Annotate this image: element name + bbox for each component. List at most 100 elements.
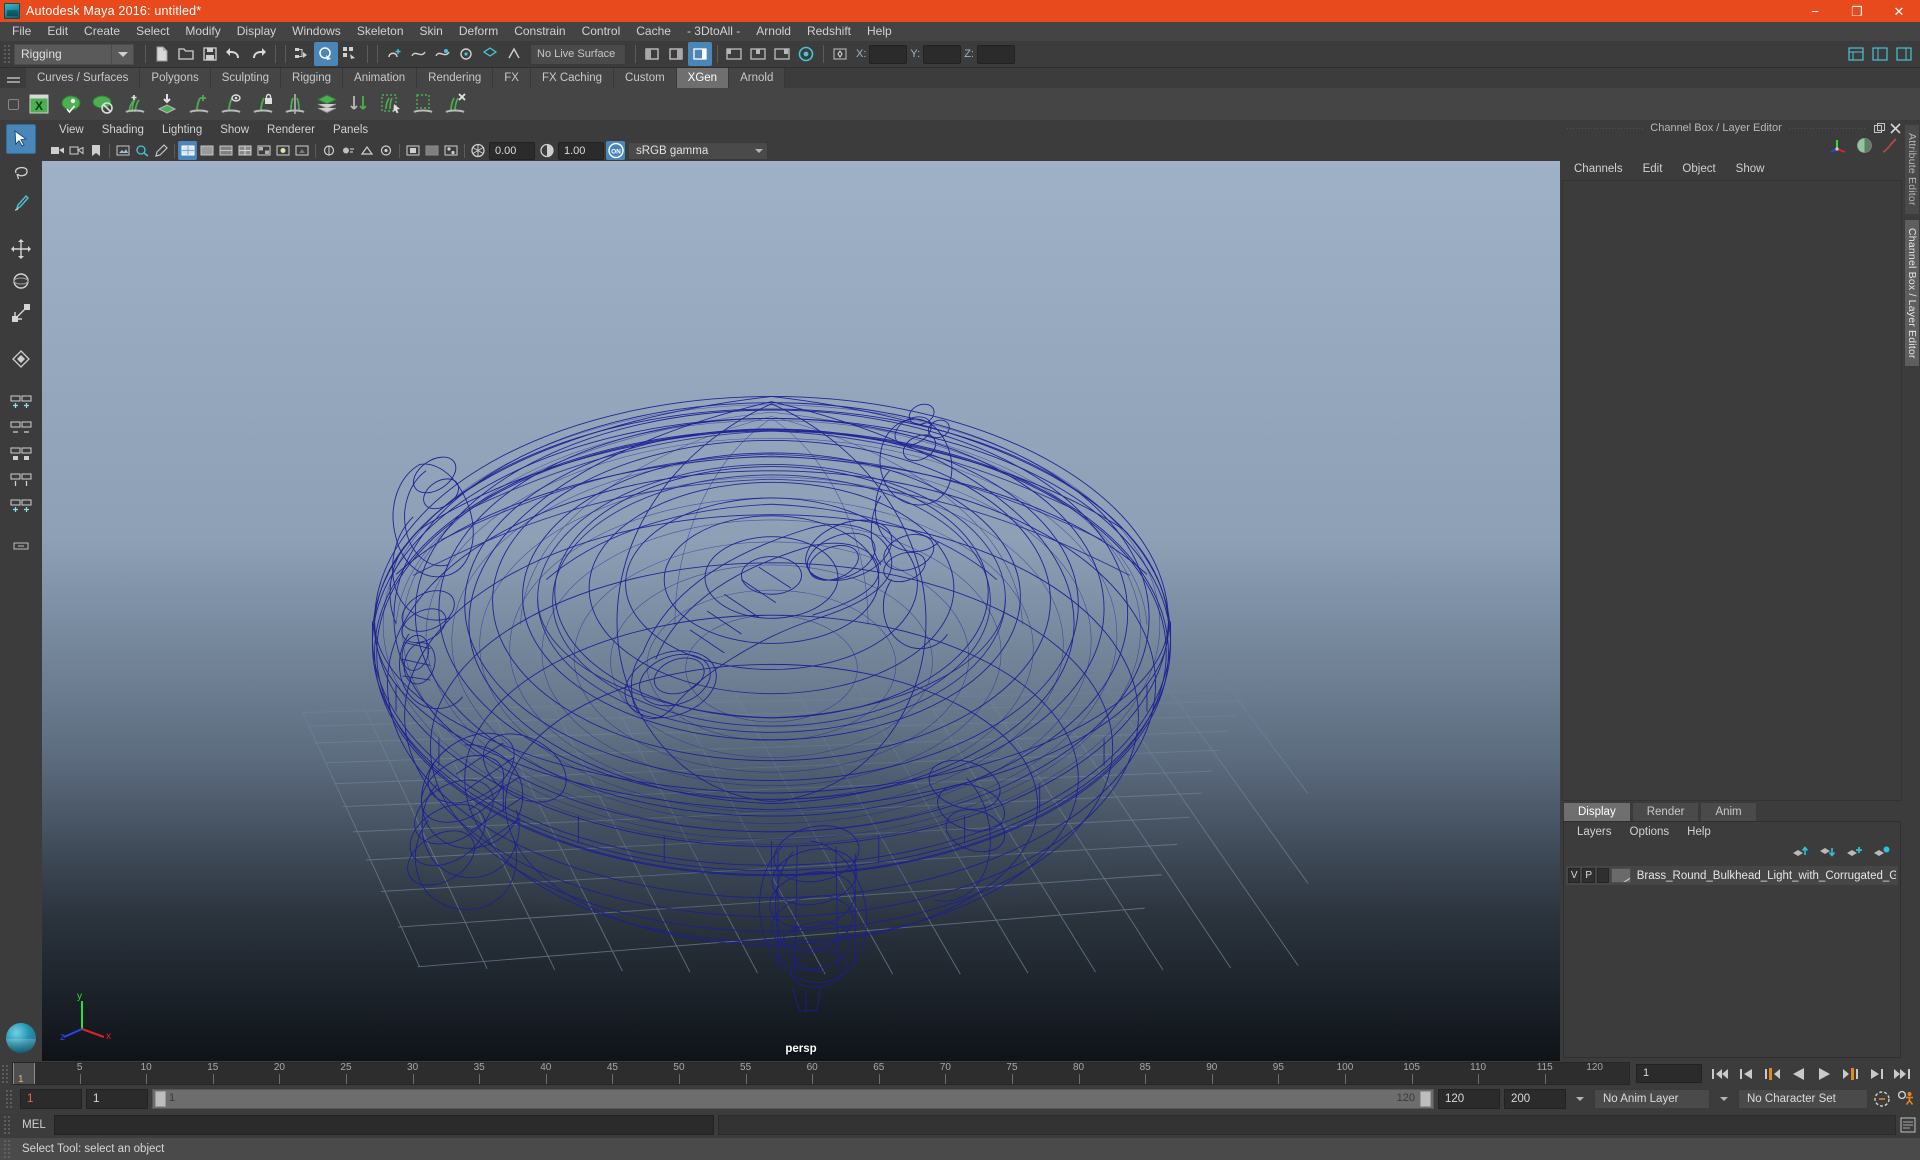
range-end-field[interactable]: 120: [1438, 1089, 1500, 1109]
channel-box-menu-channels[interactable]: Channels: [1564, 158, 1633, 180]
make-live-button[interactable]: [502, 42, 526, 66]
show-hide-editor-button[interactable]: [640, 42, 664, 66]
range-slider-right-handle[interactable]: [1420, 1091, 1431, 1107]
construction-plane-icon[interactable]: [6, 534, 36, 558]
select-camera-icon[interactable]: [48, 141, 67, 160]
range-slider[interactable]: 1 120: [152, 1089, 1434, 1109]
save-scene-button[interactable]: [198, 42, 222, 66]
minimize-button[interactable]: −: [1794, 0, 1836, 22]
status-line-grip[interactable]: [2, 43, 11, 65]
new-layer-icon[interactable]: [1846, 845, 1863, 862]
current-time-indicator[interactable]: 1: [13, 1063, 35, 1084]
camera-attributes-icon[interactable]: [67, 141, 86, 160]
last-tool-icon[interactable]: [6, 344, 36, 374]
close-icon[interactable]: [1888, 121, 1902, 135]
shelf-grip[interactable]: [4, 89, 22, 119]
show-hide-attribute-editor-button[interactable]: [664, 42, 688, 66]
anim-layer-select[interactable]: No Anim Layer: [1594, 1089, 1710, 1109]
shelf-tab-arnold[interactable]: Arnold: [729, 68, 786, 88]
snap-point-icon[interactable]: [6, 442, 36, 466]
layer-tab-anim[interactable]: Anim: [1700, 802, 1757, 821]
command-input[interactable]: [54, 1115, 714, 1135]
menu-item-deform[interactable]: Deform: [451, 22, 506, 41]
select-by-component-button[interactable]: [338, 42, 362, 66]
command-language-label[interactable]: MEL: [14, 1119, 54, 1131]
xgen-layers-icon[interactable]: [312, 89, 342, 119]
range-slider-left-handle[interactable]: [155, 1091, 166, 1107]
menu-item-skeleton[interactable]: Skeleton: [349, 22, 412, 41]
viewport-menu-panels[interactable]: Panels: [324, 120, 377, 140]
multisample-aa-icon[interactable]: [357, 141, 376, 160]
curve-graph-icon[interactable]: [1881, 137, 1898, 157]
snap-to-grids-button[interactable]: [382, 42, 406, 66]
menu-item-create[interactable]: Create: [76, 22, 128, 41]
exposure-icon[interactable]: [468, 141, 487, 160]
layer-menu-options[interactable]: Options: [1621, 822, 1679, 842]
shelf-tab-rigging[interactable]: Rigging: [281, 68, 344, 88]
gamma-value[interactable]: 1.00: [558, 141, 604, 160]
layer-row[interactable]: V P Brass_Round_Bulkhead_Light_with_Corrug…: [1566, 866, 1898, 885]
xgen-convert-icon[interactable]: [344, 89, 374, 119]
layer-menu-layers[interactable]: Layers: [1568, 822, 1621, 842]
shelf-tab-xgen[interactable]: XGen: [676, 68, 730, 88]
layer-tab-display[interactable]: Display: [1563, 802, 1631, 821]
menu-item-control[interactable]: Control: [574, 22, 629, 41]
coord-z-input[interactable]: [976, 44, 1015, 64]
layer-color-swatch[interactable]: [1611, 868, 1631, 883]
undo-button[interactable]: [222, 42, 246, 66]
go-to-start-icon[interactable]: [1708, 1063, 1732, 1085]
menu-item-windows[interactable]: Windows: [284, 22, 349, 41]
wireframe-on-shaded-icon[interactable]: [235, 141, 254, 160]
scale-tool[interactable]: [6, 298, 36, 328]
undock-icon[interactable]: [1872, 121, 1886, 135]
ipr-render-button[interactable]: [770, 42, 794, 66]
time-slider-grip[interactable]: [0, 1062, 9, 1085]
menu-item-arnold[interactable]: Arnold: [748, 22, 799, 41]
shelf-tab-animation[interactable]: Animation: [343, 68, 418, 88]
xgen-preview-off-icon[interactable]: [88, 89, 118, 119]
snap-grid-icon[interactable]: [6, 390, 36, 414]
xgen-preview-visible-icon[interactable]: [56, 89, 86, 119]
dock-drag-handle-left[interactable]: [1566, 127, 1645, 129]
sphere-shading-icon[interactable]: [1856, 137, 1873, 157]
new-scene-button[interactable]: [150, 42, 174, 66]
show-hide-channel-box-button[interactable]: [688, 42, 712, 66]
menu-set-dropdown-arrow[interactable]: [112, 43, 134, 65]
channel-box-menu-edit[interactable]: Edit: [1633, 158, 1673, 180]
transform-pivot-icon[interactable]: [828, 42, 852, 66]
menu-set-value[interactable]: Rigging: [14, 43, 112, 65]
step-back-frame-icon[interactable]: [1760, 1063, 1784, 1085]
open-channel-box-icon[interactable]: [1892, 42, 1916, 66]
render-sequence-button[interactable]: [746, 42, 770, 66]
menu-item-constrain[interactable]: Constrain: [506, 22, 573, 41]
open-scene-button[interactable]: [174, 42, 198, 66]
transform-axis-icon[interactable]: [1830, 137, 1848, 158]
auto-keyframe-icon[interactable]: [1872, 1089, 1892, 1109]
maximize-button[interactable]: ❐: [1836, 0, 1878, 22]
rotate-tool[interactable]: [6, 266, 36, 296]
xgen-region-box-icon[interactable]: [408, 89, 438, 119]
time-slider[interactable]: 1 120 5 10 15 20 25 30 35 40 45 50 55 60 65 70 75 80 85 9…: [12, 1062, 1630, 1085]
shelf-tab-sculpting[interactable]: Sculpting: [210, 68, 282, 88]
move-layer-down-icon[interactable]: [1819, 845, 1836, 862]
xgen-select-region-icon[interactable]: [376, 89, 406, 119]
layer-playback-toggle[interactable]: P: [1582, 868, 1595, 883]
snap-to-projected-center-button[interactable]: [454, 42, 478, 66]
menu-item-modify[interactable]: Modify: [177, 22, 228, 41]
go-to-end-icon[interactable]: [1890, 1063, 1914, 1085]
wireframe-shading-icon[interactable]: [178, 141, 197, 160]
open-attribute-editor-icon[interactable]: [1844, 42, 1868, 66]
live-surface-field[interactable]: No Live Surface: [530, 43, 626, 65]
range-start-field[interactable]: 1: [86, 1089, 148, 1109]
viewport-menu-lighting[interactable]: Lighting: [153, 120, 211, 140]
bookmark-icon[interactable]: [86, 141, 105, 160]
step-forward-frame-icon[interactable]: [1838, 1063, 1862, 1085]
play-forwards-icon[interactable]: [1812, 1063, 1836, 1085]
color-management-toggle[interactable]: ON: [606, 141, 625, 160]
smooth-shade-all-icon[interactable]: [197, 141, 216, 160]
depth-of-field-icon[interactable]: [376, 141, 395, 160]
snap-to-points-button[interactable]: [430, 42, 454, 66]
layer-name[interactable]: Brass_Round_Bulkhead_Light_with_Corrugat…: [1633, 870, 1896, 882]
viewport-menu-renderer[interactable]: Renderer: [258, 120, 324, 140]
xgen-mirror-guide-icon[interactable]: [280, 89, 310, 119]
